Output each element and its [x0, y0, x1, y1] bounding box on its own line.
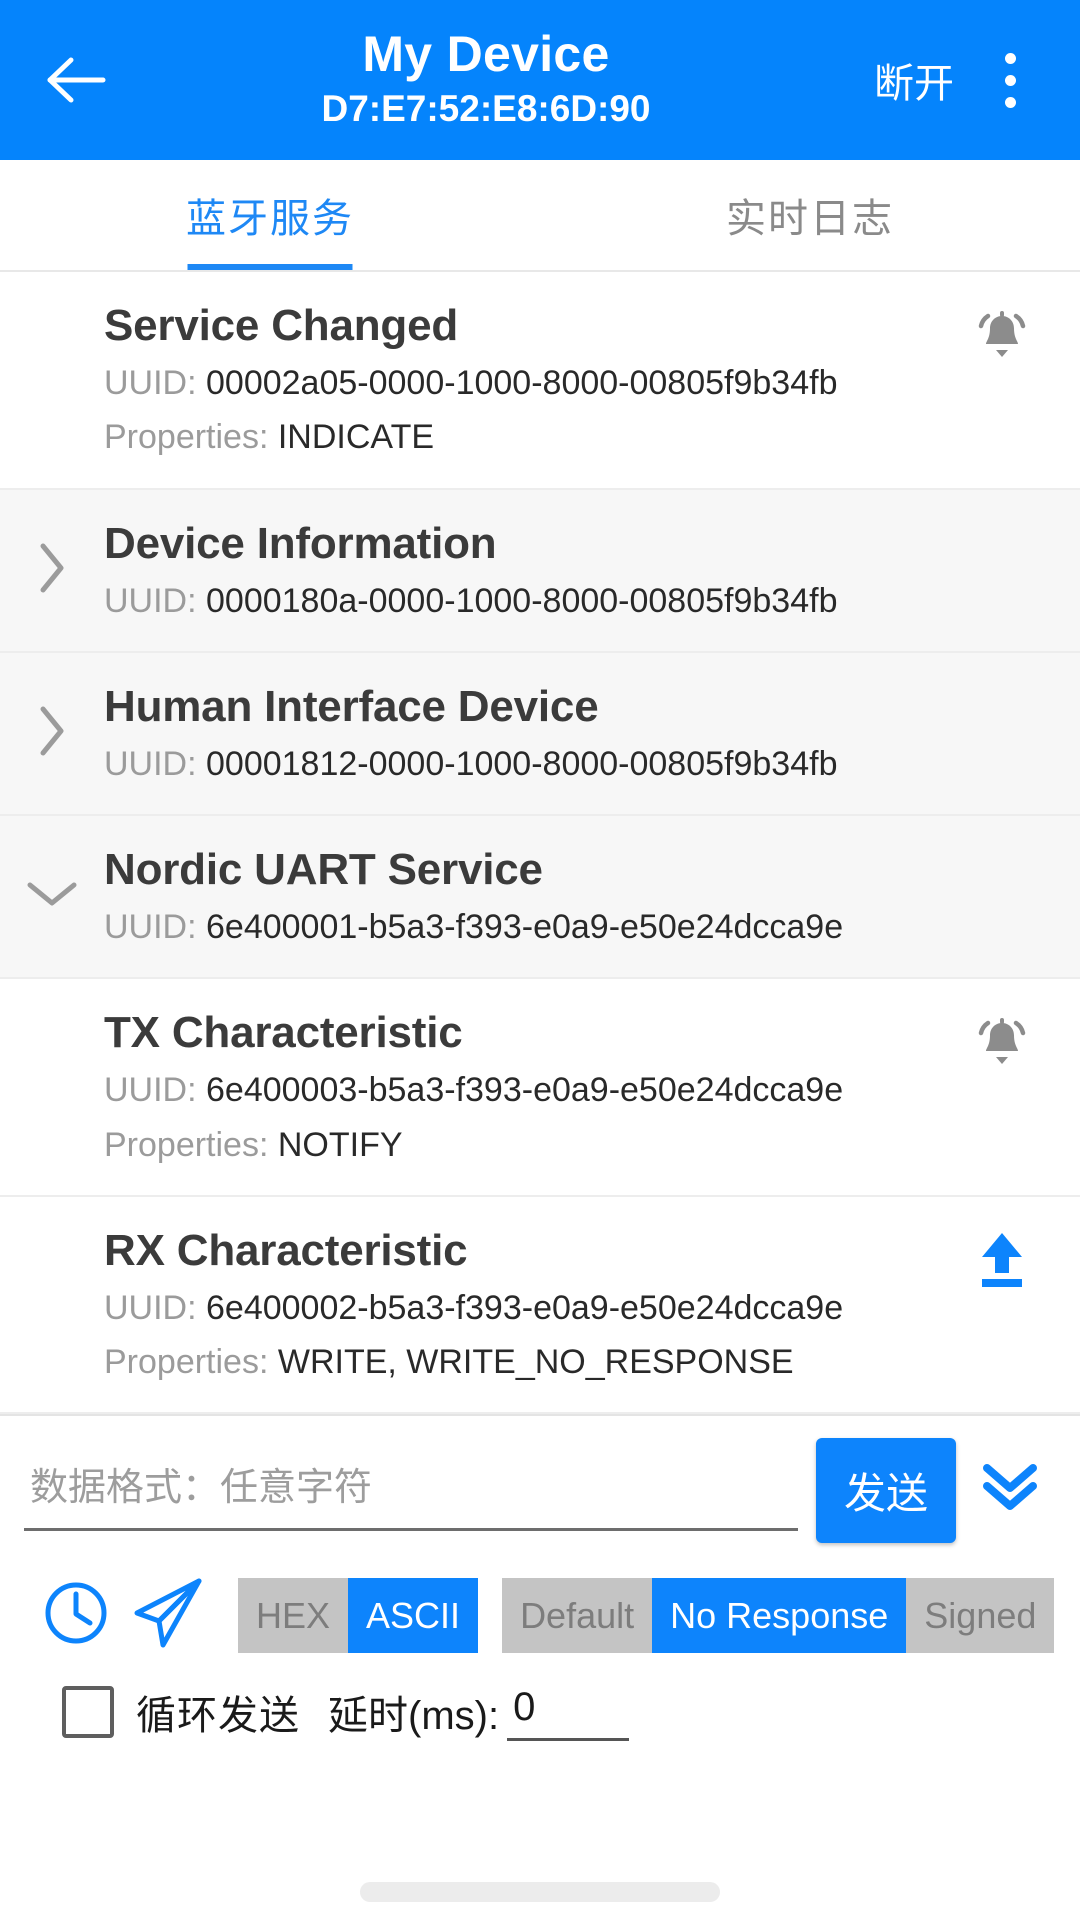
tab-bar: 蓝牙服务 实时日志	[0, 160, 1080, 272]
list-item-uuid: UUID: 6e400003-b5a3-f393-e0a9-e50e24dcca…	[104, 1066, 954, 1114]
list-item-uuid: UUID: 6e400002-b5a3-f393-e0a9-e50e24dcca…	[104, 1284, 954, 1332]
uuid-label: UUID:	[104, 1288, 197, 1327]
list-item-body: TX Characteristic UUID: 6e400003-b5a3-f3…	[104, 1005, 954, 1169]
list-item[interactable]: Service Changed UUID: 00002a05-0000-1000…	[0, 272, 1080, 490]
list-item-uuid: UUID: 0000180a-0000-1000-8000-00805f9b34…	[104, 577, 1050, 625]
clock-icon	[40, 1577, 112, 1654]
uuid-value: 00001812-0000-1000-8000-00805f9b34fb	[206, 744, 838, 783]
format-option-hex[interactable]: HEX	[238, 1577, 349, 1653]
properties-value: NOTIFY	[277, 1125, 403, 1164]
list-item-title: RX Characteristic	[104, 1225, 468, 1275]
dot	[1004, 96, 1016, 108]
properties-label: Properties:	[104, 418, 269, 457]
tab-label: 实时日志	[726, 197, 894, 241]
arrow-left-icon	[45, 56, 107, 104]
list-item-title: TX Characteristic	[104, 1008, 463, 1058]
overflow-menu-button[interactable]	[964, 28, 1056, 132]
paper-plane-icon	[129, 1575, 207, 1656]
notify-toggle-button[interactable]	[954, 1005, 1050, 1080]
expand-toggle[interactable]	[0, 703, 104, 764]
uuid-value: 6e400003-b5a3-f393-e0a9-e50e24dcca9e	[206, 1071, 844, 1110]
list-item[interactable]: RX Characteristic UUID: 6e400002-b5a3-f3…	[0, 1196, 1080, 1415]
list-item[interactable]: Nordic UART Service UUID: 6e400001-b5a3-…	[0, 816, 1080, 980]
tab-label: 蓝牙服务	[186, 197, 354, 241]
write-option-default[interactable]: Default	[502, 1577, 653, 1653]
device-address: D7:E7:52:E8:6D:90	[321, 88, 651, 130]
list-item-properties: Properties: WRITE, WRITE_NO_RESPONSE	[104, 1338, 954, 1386]
upload-arrow-icon	[972, 1229, 1032, 1296]
list-item-properties: Properties: NOTIFY	[104, 1121, 954, 1169]
uuid-value: 6e400001-b5a3-f393-e0a9-e50e24dcca9e	[206, 908, 844, 947]
list-item-body: Service Changed UUID: 00002a05-0000-1000…	[104, 298, 954, 462]
properties-label: Properties:	[104, 1125, 269, 1164]
notify-toggle-button[interactable]	[954, 298, 1050, 373]
uuid-label: UUID:	[104, 744, 197, 783]
disconnect-button[interactable]: 断开	[864, 39, 964, 121]
uuid-label: UUID:	[104, 908, 197, 947]
composer-tool-row: HEX ASCII Default No Response Signed	[24, 1569, 1056, 1661]
expand-panel-button[interactable]	[964, 1445, 1056, 1537]
list-item-title: Service Changed	[104, 301, 459, 350]
list-item-body: RX Characteristic UUID: 6e400002-b5a3-f3…	[104, 1223, 954, 1387]
write-option-signed[interactable]: Signed	[906, 1577, 1055, 1653]
bell-notification-icon	[970, 1011, 1034, 1080]
home-indicator-area	[0, 1882, 1080, 1902]
uuid-label: UUID:	[104, 581, 197, 620]
uuid-label: UUID:	[104, 364, 197, 402]
chevron-down-icon	[24, 877, 80, 916]
tab-realtime-log[interactable]: 实时日志	[540, 160, 1080, 270]
composer-input-row: 发送	[24, 1438, 1056, 1544]
list-item-uuid: UUID: 00002a05-0000-1000-8000-00805f9b34…	[104, 359, 954, 407]
app-bar-titles: My Device D7:E7:52:E8:6D:90	[108, 27, 864, 132]
quick-send-button[interactable]	[122, 1569, 214, 1661]
bell-notification-icon	[970, 304, 1034, 373]
uuid-label: UUID:	[104, 1071, 197, 1110]
home-indicator	[360, 1882, 720, 1902]
send-button[interactable]: 发送	[815, 1438, 956, 1544]
uuid-value: 0000180a-0000-1000-8000-00805f9b34fb	[206, 581, 838, 620]
collapse-toggle[interactable]	[0, 877, 104, 916]
list-item[interactable]: TX Characteristic UUID: 6e400003-b5a3-f3…	[0, 979, 1080, 1197]
list-item[interactable]: Device Information UUID: 0000180a-0000-1…	[0, 489, 1080, 653]
dot	[1004, 52, 1016, 64]
write-option-no-response[interactable]: No Response	[652, 1577, 907, 1653]
properties-label: Properties:	[104, 1343, 269, 1382]
list-item-body: Nordic UART Service UUID: 6e400001-b5a3-…	[104, 842, 1050, 951]
dot	[1004, 74, 1016, 86]
format-option-ascii[interactable]: ASCII	[348, 1577, 479, 1653]
delay-label: 延时(ms):	[328, 1694, 500, 1739]
expand-toggle[interactable]	[0, 540, 104, 601]
list-item-uuid: UUID: 6e400001-b5a3-f393-e0a9-e50e24dcca…	[104, 903, 1050, 951]
list-item-body: Device Information UUID: 0000180a-0000-1…	[104, 516, 1050, 625]
list-item-title: Device Information	[104, 518, 497, 568]
list-item-properties: Properties: INDICATE	[104, 413, 954, 461]
loop-send-label: 循环发送	[136, 1694, 300, 1739]
list-item-uuid: UUID: 00001812-0000-1000-8000-00805f9b34…	[104, 740, 1050, 788]
properties-value: WRITE, WRITE_NO_RESPONSE	[277, 1343, 794, 1382]
list-item-title: Nordic UART Service	[104, 845, 543, 895]
chevron-right-icon	[35, 703, 69, 764]
list-item[interactable]: Human Interface Device UUID: 00001812-00…	[0, 652, 1080, 817]
service-list: Service Changed UUID: 00002a05-0000-1000…	[0, 272, 1080, 1415]
data-input[interactable]	[24, 1450, 798, 1531]
delay-input[interactable]	[507, 1683, 630, 1742]
double-chevron-down-icon	[977, 1458, 1043, 1523]
composer-loop-row: 循环发送 延时(ms):	[24, 1683, 1056, 1742]
uuid-value: 00002a05-0000-1000-8000-00805f9b34fb	[206, 364, 838, 402]
page-title: My Device	[362, 26, 610, 83]
uuid-value: 6e400002-b5a3-f393-e0a9-e50e24dcca9e	[206, 1288, 844, 1327]
app-bar: My Device D7:E7:52:E8:6D:90 断开	[0, 0, 1080, 160]
history-button[interactable]	[30, 1569, 122, 1661]
chevron-right-icon	[35, 540, 69, 601]
write-button[interactable]	[954, 1223, 1050, 1296]
tab-bluetooth-services[interactable]: 蓝牙服务	[0, 160, 540, 270]
data-format-segmented-control: HEX ASCII	[238, 1577, 479, 1653]
list-item-title: Human Interface Device	[104, 681, 599, 731]
list-item-body: Human Interface Device UUID: 00001812-00…	[104, 679, 1050, 788]
composer: 发送	[0, 1414, 1080, 1742]
loop-send-checkbox[interactable]	[62, 1686, 114, 1739]
write-mode-segmented-control: Default No Response Signed	[502, 1577, 1055, 1653]
properties-value: INDICATE	[277, 418, 435, 457]
